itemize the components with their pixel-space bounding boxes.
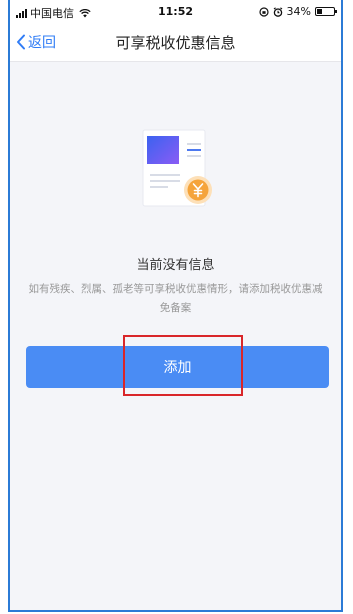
- battery-icon: [315, 7, 337, 16]
- battery-percent: 34%: [286, 5, 311, 18]
- status-bar: 中国电信 11:52 34%: [10, 0, 341, 22]
- battery-level: [317, 9, 322, 14]
- status-right: 34%: [258, 5, 337, 18]
- page-title: 可享税收优惠信息: [115, 34, 236, 52]
- empty-state-title: 当前没有信息: [136, 258, 215, 273]
- document-with-yuan-icon: [142, 129, 212, 207]
- navigation-bar: 返回 可享税收优惠信息: [10, 22, 341, 62]
- phone-screen: 中国电信 11:52 34% 返回 可享税收优惠信息 当前没有信息 如有残疾、烈…: [8, 0, 343, 612]
- alarm-icon: [273, 6, 282, 17]
- rotation-lock-icon: [258, 6, 269, 17]
- empty-state-description: 如有残疾、烈属、孤老等可享税收优惠情形，请添加税收优惠减免备案: [28, 283, 323, 314]
- add-button[interactable]: 添加: [26, 346, 329, 388]
